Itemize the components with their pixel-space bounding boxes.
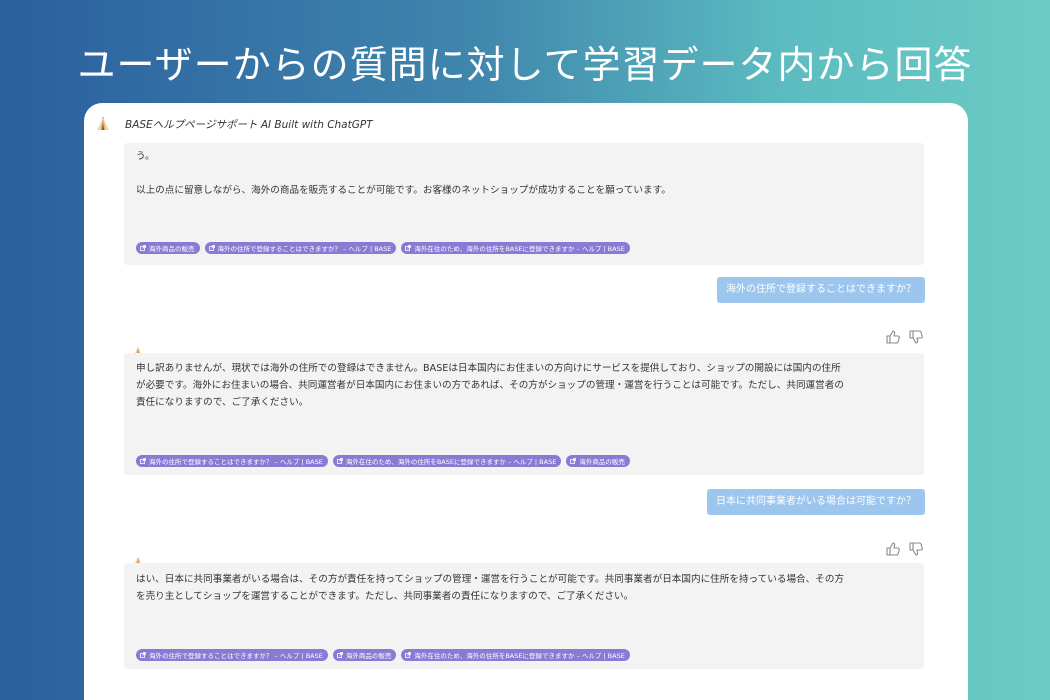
bot-header: BASEヘルプページサポート AI Built with ChatGPT — [96, 115, 373, 133]
external-link-icon — [570, 458, 577, 464]
thumbs-up-icon[interactable] — [885, 329, 901, 345]
source-chip-label: 海外の住所で登録することはできますか？ – ヘルプ | BASE — [217, 245, 392, 253]
thumbs-up-icon[interactable] — [885, 541, 901, 557]
source-chip-label: 海外の住所で登録することはできますか？ – ヘルプ | BASE — [149, 652, 323, 660]
source-chip-label: 海外在住のため、海外の住所をBASEに登録できますか – ヘルプ | BASE — [345, 458, 557, 466]
bot-name: BASEヘルプページサポート AI Built with ChatGPT — [125, 118, 373, 131]
external-link-icon — [336, 652, 343, 658]
feedback-buttons — [885, 541, 924, 557]
message-line: 申し訳ありませんが、現状では海外の住所での登録はできません。BASEは日本国内に… — [136, 363, 841, 374]
source-chip[interactable]: 海外在住のため、海外の住所をBASEに登録できますか – ヘルプ | BASE — [332, 455, 562, 467]
source-chip[interactable]: 海外商品の販売 — [566, 455, 630, 467]
user-message: 海外の住所で登録することはできますか？ — [717, 277, 925, 303]
source-chip-label: 海外の住所で登録することはできますか？ – ヘルプ | BASE — [149, 458, 323, 466]
external-link-icon — [336, 458, 343, 464]
message-line: を売り主としてショップを運営することができます。ただし、共同事業者の責任になりま… — [136, 591, 634, 602]
assistant-message: 申し訳ありませんが、現状では海外の住所での登録はできません。BASEは日本国内に… — [124, 353, 924, 475]
source-chip[interactable]: 海外在住のため、海外の住所をBASEに登録できますか – ヘルプ | BASE — [401, 242, 630, 254]
external-link-icon — [405, 245, 412, 251]
user-message: 日本に共同事業者がいる場合は可能ですか？ — [707, 489, 925, 515]
chat-panel: BASEヘルプページサポート AI Built with ChatGPT う。 … — [84, 103, 968, 700]
external-link-icon — [140, 458, 146, 464]
source-chip[interactable]: 海外商品の販売 — [332, 649, 397, 661]
source-chip-label: 海外商品の販売 — [345, 652, 392, 660]
assistant-message: う。 以上の点に留意しながら、海外の商品を販売することが可能です。お客様のネット… — [124, 143, 924, 265]
source-chip-label: 海外商品の販売 — [149, 245, 195, 253]
external-link-icon — [140, 245, 146, 251]
message-line: が必要です。海外にお住まいの場合、共同運営者が日本国内にお住まいの方であれば、そ… — [136, 380, 844, 391]
source-chips: 海外商品の販売 海外の住所で登録することはできますか？ – ヘルプ | BASE… — [136, 242, 630, 254]
source-chip[interactable]: 海外商品の販売 — [136, 242, 200, 254]
source-chips: 海外の住所で登録することはできますか？ – ヘルプ | BASE 海外商品の販売… — [136, 649, 630, 661]
feedback-buttons — [885, 329, 924, 345]
source-chip[interactable]: 海外の住所で登録することはできますか？ – ヘルプ | BASE — [136, 455, 328, 467]
source-chip[interactable]: 海外の住所で登録することはできますか？ – ヘルプ | BASE — [136, 649, 328, 661]
assistant-message: はい、日本に共同事業者がいる場合は、その方が責任を持ってショップの管理・運営を行… — [124, 563, 924, 669]
source-chip-label: 海外商品の販売 — [579, 458, 625, 466]
source-chip-label: 海外在住のため、海外の住所をBASEに登録できますか – ヘルプ | BASE — [414, 245, 625, 253]
external-link-icon — [140, 652, 146, 658]
source-chips: 海外の住所で登録することはできますか？ – ヘルプ | BASE 海外在住のため… — [136, 455, 630, 467]
message-line: はい、日本に共同事業者がいる場合は、その方が責任を持ってショップの管理・運営を行… — [136, 574, 845, 585]
source-chip[interactable]: 海外の住所で登録することはできますか？ – ヘルプ | BASE — [204, 242, 397, 254]
message-line: 責任になりますので、ご了承ください。 — [136, 397, 309, 408]
page-headline: ユーザーからの質問に対して学習データ内から回答 — [77, 43, 973, 87]
tent-icon — [96, 117, 110, 131]
source-chip-label: 海外在住のため、海外の住所をBASEに登録できますか – ヘルプ | BASE — [414, 652, 625, 660]
message-line: 以上の点に留意しながら、海外の商品を販売することが可能です。お客様のネットショッ… — [136, 185, 671, 196]
source-chip[interactable]: 海外在住のため、海外の住所をBASEに登録できますか – ヘルプ | BASE — [401, 649, 630, 661]
thumbs-down-icon[interactable] — [908, 541, 924, 557]
message-line: う。 — [136, 151, 155, 162]
external-link-icon — [405, 652, 412, 658]
message-line — [136, 165, 912, 182]
thumbs-down-icon[interactable] — [908, 329, 924, 345]
external-link-icon — [208, 245, 215, 251]
